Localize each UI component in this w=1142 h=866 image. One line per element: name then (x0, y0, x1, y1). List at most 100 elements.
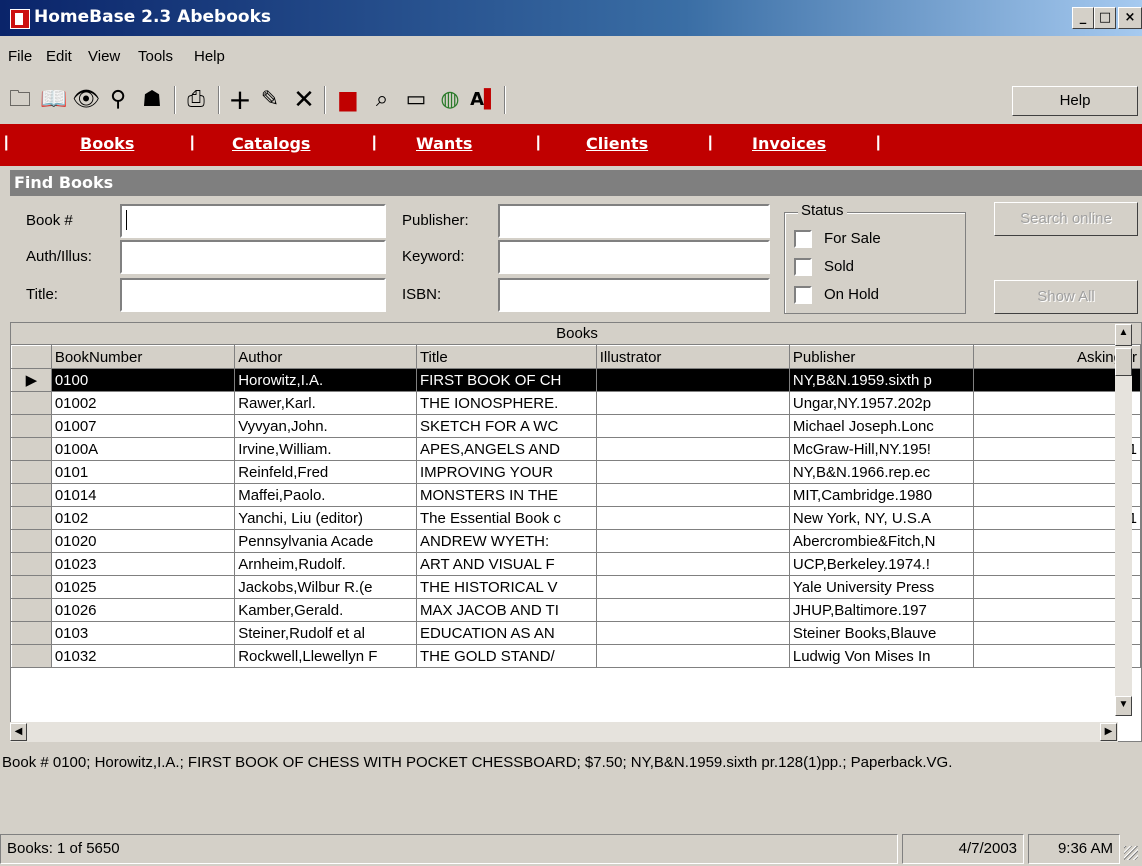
publisher-field[interactable] (498, 204, 770, 238)
cell-author[interactable]: Kamber,Gerald. (234, 598, 417, 622)
cell-illustrator[interactable] (596, 529, 790, 553)
scroll-down-arrow-icon[interactable]: ▼ (1115, 696, 1132, 716)
title-bar[interactable]: HomeBase 2.3 Abebooks _ □ × (0, 0, 1142, 36)
row-selector[interactable] (11, 460, 52, 484)
cell-publisher[interactable]: MIT,Cambridge.1980 (789, 483, 974, 507)
scroll-right-arrow-icon[interactable]: ▶ (1100, 723, 1117, 741)
table-row[interactable]: 0103 Steiner,Rudolf et al EDUCATION AS AN S… (11, 621, 1141, 645)
cell-title[interactable]: FIRST BOOK OF CH (416, 368, 597, 392)
cell-author[interactable]: Steiner,Rudolf et al (234, 621, 417, 645)
resize-grip-icon[interactable] (1124, 846, 1138, 860)
card-icon[interactable]: ▭ (402, 86, 430, 114)
row-selector[interactable] (11, 437, 52, 461)
cell-publisher[interactable]: JHUP,Baltimore.197 (789, 598, 974, 622)
cell-publisher[interactable]: Abercrombie&Fitch,N (789, 529, 974, 553)
cell-title[interactable]: EDUCATION AS AN (416, 621, 597, 645)
cell-author[interactable]: Rockwell,Llewellyn F (234, 644, 417, 668)
cell-publisher[interactable]: Steiner Books,Blauve (789, 621, 974, 645)
title-field[interactable] (120, 278, 386, 312)
row-selector[interactable] (11, 644, 52, 668)
row-selector[interactable] (11, 575, 52, 599)
view-eye-icon[interactable]: 👁 (72, 86, 100, 114)
cell-title[interactable]: THE IONOSPHERE. (416, 391, 597, 415)
isbn-field[interactable] (498, 278, 770, 312)
column-header-illustrator[interactable]: Illustrator (595, 345, 790, 369)
books-grid[interactable]: Books BookNumber Author Title Illustrato… (10, 322, 1142, 742)
cell-author[interactable]: Pennsylvania Acade (234, 529, 417, 553)
cell-title[interactable]: SKETCH FOR A WC (416, 414, 597, 438)
cell-illustrator[interactable] (596, 368, 790, 392)
table-row[interactable]: 01007 Vyvyan,John. SKETCH FOR A WC Michael … (11, 414, 1141, 438)
table-row[interactable]: 01032 Rockwell,Llewellyn F THE GOLD STAND/… (11, 644, 1141, 668)
cell-illustrator[interactable] (596, 598, 790, 622)
cell-title[interactable]: MONSTERS IN THE (416, 483, 597, 507)
cell-author[interactable]: Rawer,Karl. (234, 391, 417, 415)
table-row[interactable]: 0100A Irvine,William. APES,ANGELS AND McGra… (11, 437, 1141, 461)
cell-booknumber[interactable]: 01007 (51, 414, 236, 438)
menu-help[interactable]: Help (194, 48, 225, 65)
nav-clients[interactable]: Clients (586, 134, 648, 153)
cell-publisher[interactable]: New York, NY, U.S.A (789, 506, 974, 530)
delete-x-icon[interactable]: ✕ (290, 86, 318, 114)
cell-booknumber[interactable]: 01014 (51, 483, 236, 507)
row-selector[interactable] (11, 391, 52, 415)
cell-author[interactable]: Irvine,William. (234, 437, 417, 461)
table-row[interactable]: 01025 Jackobs,Wilbur R.(e THE HISTORICAL V… (11, 575, 1141, 599)
add-plus-icon[interactable]: + (226, 86, 254, 114)
menu-edit[interactable]: Edit (46, 48, 72, 65)
app-icon[interactable] (10, 9, 30, 29)
cell-author[interactable]: Yanchi, Liu (editor) (234, 506, 417, 530)
chart-icon[interactable]: ▆ (334, 86, 362, 114)
minimize-button[interactable]: _ (1072, 7, 1094, 29)
cell-author[interactable]: Maffei,Paolo. (234, 483, 417, 507)
menu-view[interactable]: View (88, 48, 120, 65)
vertical-scrollbar[interactable]: ▲ ▼ (1115, 324, 1132, 716)
book-number-field[interactable] (120, 204, 386, 238)
cell-illustrator[interactable] (596, 575, 790, 599)
keyword-field[interactable] (498, 240, 770, 274)
row-selector[interactable] (11, 598, 52, 622)
cell-illustrator[interactable] (596, 460, 790, 484)
help-button[interactable]: Help (1012, 86, 1138, 116)
cell-title[interactable]: The Essential Book c (416, 506, 597, 530)
cell-illustrator[interactable] (596, 644, 790, 668)
cell-publisher[interactable]: Ungar,NY.1957.202p (789, 391, 974, 415)
cell-booknumber[interactable]: 0103 (51, 621, 236, 645)
cell-publisher[interactable]: NY,B&N.1966.rep.ec (789, 460, 974, 484)
show-all-button[interactable]: Show All (994, 280, 1138, 314)
column-header-title[interactable]: Title (415, 345, 597, 369)
table-row[interactable]: 0102 Yanchi, Liu (editor) The Essential Bo… (11, 506, 1141, 530)
menu-tools[interactable]: Tools (138, 48, 173, 65)
cell-illustrator[interactable] (596, 552, 790, 576)
author-field[interactable] (120, 240, 386, 274)
export-globe-icon[interactable]: ◍ (436, 86, 464, 114)
nav-wants[interactable]: Wants (416, 134, 472, 153)
cell-illustrator[interactable] (596, 391, 790, 415)
edit-pen-icon[interactable]: ✎ (256, 86, 284, 114)
cell-publisher[interactable]: Michael Joseph.Lonc (789, 414, 974, 438)
cell-author[interactable]: Arnheim,Rudolf. (234, 552, 417, 576)
cell-publisher[interactable]: Yale University Press (789, 575, 974, 599)
cell-author[interactable]: Reinfeld,Fred (234, 460, 417, 484)
close-button[interactable]: × (1118, 7, 1142, 29)
cell-booknumber[interactable]: 01025 (51, 575, 236, 599)
cell-publisher[interactable]: Ludwig Von Mises In (789, 644, 974, 668)
row-selector[interactable] (11, 414, 52, 438)
scroll-up-arrow-icon[interactable]: ▲ (1115, 324, 1132, 346)
print-icon[interactable]: ⎙ (182, 86, 210, 114)
cell-title[interactable]: THE HISTORICAL V (416, 575, 597, 599)
scroll-thumb[interactable] (1115, 348, 1132, 376)
search-magnifier-icon[interactable]: ⌕ (368, 86, 396, 114)
table-row[interactable]: 01026 Kamber,Gerald. MAX JACOB AND TI JHUP,… (11, 598, 1141, 622)
table-row[interactable]: 0101 Reinfeld,Fred IMPROVING YOUR NY,B&N.19… (11, 460, 1141, 484)
cell-illustrator[interactable] (596, 437, 790, 461)
menu-file[interactable]: File (8, 48, 32, 65)
column-header-author[interactable]: Author (234, 345, 417, 369)
row-selector[interactable] (11, 529, 52, 553)
sold-checkbox[interactable] (794, 258, 812, 276)
row-indicator-arrow-icon[interactable]: ▶ (11, 368, 52, 392)
cell-illustrator[interactable] (596, 506, 790, 530)
cell-booknumber[interactable]: 01002 (51, 391, 236, 415)
open-book-icon[interactable]: 📖 (40, 86, 68, 114)
cell-publisher[interactable]: UCP,Berkeley.1974.! (789, 552, 974, 576)
